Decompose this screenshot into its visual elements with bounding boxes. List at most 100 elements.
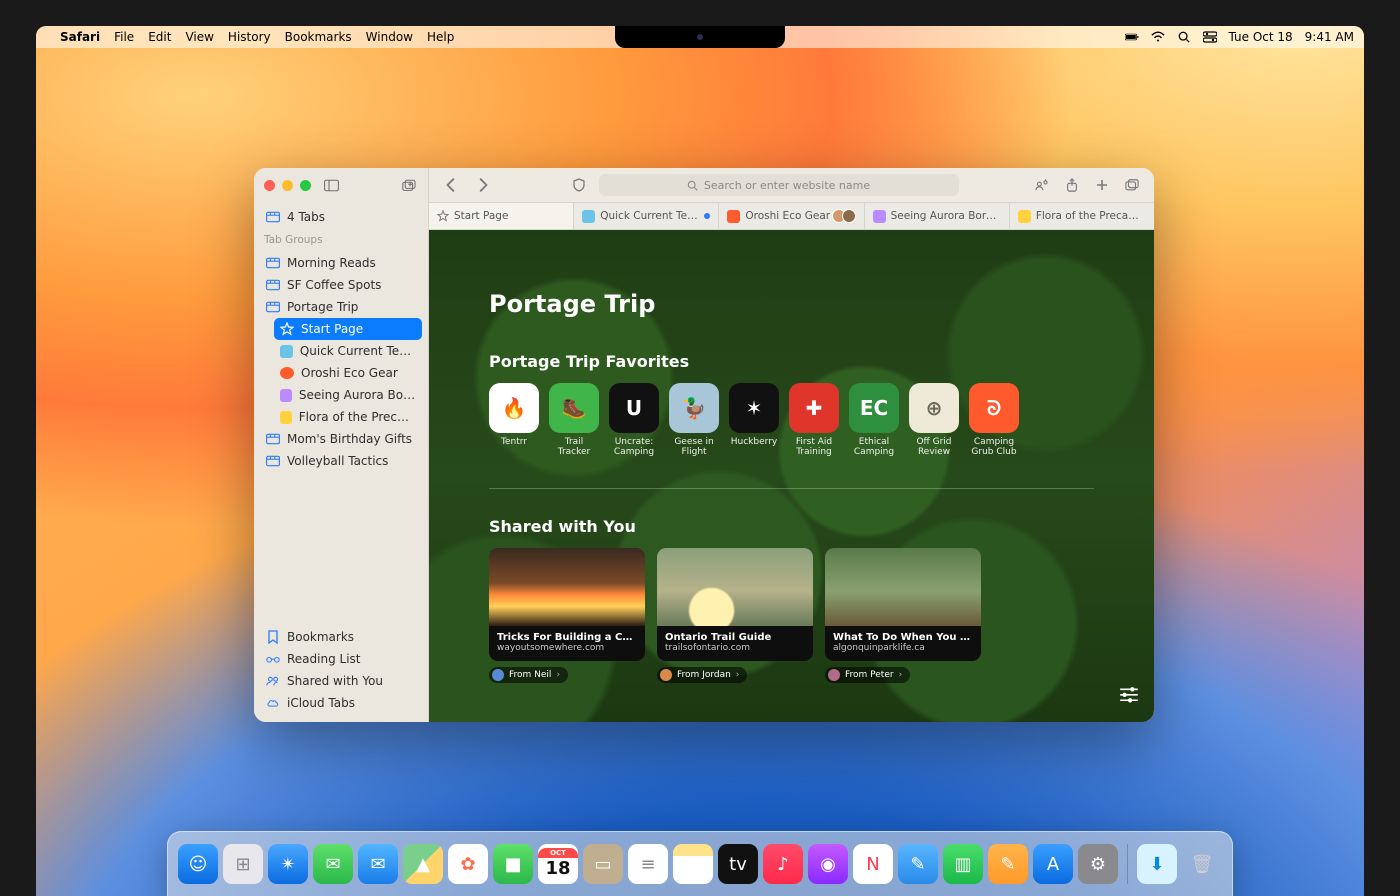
- sidebar-groups-header: Tab Groups: [254, 228, 428, 248]
- favorite-tile[interactable]: ECEthical Camping: [849, 383, 899, 458]
- favorites-section-title: Portage Trip Favorites: [489, 352, 1094, 371]
- tab[interactable]: Start Page: [429, 203, 574, 229]
- dock-app-messages[interactable]: ✉: [313, 844, 353, 884]
- favorite-tile[interactable]: ✚First Aid Training: [789, 383, 839, 458]
- tab[interactable]: Oroshi Eco Gear: [719, 203, 864, 229]
- favorite-tile[interactable]: 🔥Tentrr: [489, 383, 539, 458]
- tab[interactable]: Seeing Aurora Boreali…: [865, 203, 1010, 229]
- favorite-tile[interactable]: 🥾Trail Tracker: [549, 383, 599, 458]
- privacy-report-button[interactable]: [567, 174, 591, 196]
- dock-app-facetime[interactable]: ■: [493, 844, 533, 884]
- spotlight-icon[interactable]: [1177, 31, 1191, 43]
- menu-help[interactable]: Help: [427, 30, 454, 44]
- back-button[interactable]: [439, 174, 463, 196]
- shared-from-pill[interactable]: From Neil›: [489, 667, 568, 683]
- safari-window: 4 Tabs Tab Groups Morning ReadsSF Coffee…: [254, 168, 1154, 722]
- new-tab-group-button[interactable]: [398, 176, 418, 194]
- sidebar-tab[interactable]: Flora of the Precam…: [274, 406, 422, 428]
- sidebar-tab[interactable]: Oroshi Eco Gear: [274, 362, 422, 384]
- sidebar-bookmarks[interactable]: Bookmarks: [260, 626, 422, 648]
- shared-from-pill[interactable]: From Peter›: [825, 667, 910, 683]
- dock-app-appstore[interactable]: A: [1033, 844, 1073, 884]
- sidebar-tab-group[interactable]: Mom's Birthday Gifts: [260, 428, 422, 450]
- menu-view[interactable]: View: [185, 30, 213, 44]
- tab[interactable]: Flora of the Precambi…: [1010, 203, 1154, 229]
- sidebar-local-tabs[interactable]: 4 Tabs: [260, 206, 422, 228]
- zoom-window-button[interactable]: [300, 180, 311, 191]
- menu-bookmarks[interactable]: Bookmarks: [285, 30, 352, 44]
- battery-icon[interactable]: [1125, 31, 1139, 43]
- favorite-tile[interactable]: UUncrate: Camping: [609, 383, 659, 458]
- tab-overview-button[interactable]: [1120, 174, 1144, 196]
- address-bar-placeholder: Search or enter website name: [704, 179, 870, 192]
- address-bar[interactable]: Search or enter website name: [599, 174, 959, 196]
- favorite-tile[interactable]: ᘐCamping Grub Club: [969, 383, 1019, 458]
- share-tab-group-button[interactable]: [1030, 174, 1054, 196]
- sidebar-shared-with-you[interactable]: Shared with You: [260, 670, 422, 692]
- control-center-icon[interactable]: [1203, 31, 1217, 43]
- dock-app-finder[interactable]: ☺: [178, 844, 218, 884]
- menu-window[interactable]: Window: [366, 30, 413, 44]
- new-tab-button[interactable]: [1090, 174, 1114, 196]
- shared-card-wrapper: Ontario Trail Guidetrailsofontario.com Fr…: [657, 548, 813, 685]
- menubar-time[interactable]: 9:41 AM: [1305, 30, 1354, 44]
- sidebar-tab-group[interactable]: Morning Reads: [260, 252, 422, 274]
- sidebar-icloud-tabs[interactable]: iCloud Tabs: [260, 692, 422, 714]
- dock: ☺⊞✴✉✉▲✿■OCT18▭≡tv♪◉N✎▥✎A⚙⬇🗑: [167, 831, 1233, 896]
- dock-app-safari[interactable]: ✴: [268, 844, 308, 884]
- menu-file[interactable]: File: [114, 30, 134, 44]
- start-page-title: Portage Trip: [489, 290, 1094, 318]
- forward-button[interactable]: [471, 174, 495, 196]
- dock-app-keynote[interactable]: ✎: [988, 844, 1028, 884]
- sidebar-reading-list[interactable]: Reading List: [260, 648, 422, 670]
- tab-strip: Start PageQuick Current TentsOroshi Eco …: [429, 203, 1154, 230]
- sidebar-local-tabs-label: 4 Tabs: [287, 210, 325, 224]
- share-button[interactable]: [1060, 174, 1084, 196]
- dock-app-downloads[interactable]: ⬇: [1137, 844, 1177, 884]
- dock-app-news[interactable]: N: [853, 844, 893, 884]
- menubar-app-name[interactable]: Safari: [60, 30, 100, 44]
- dock-app-launchpad[interactable]: ⊞: [223, 844, 263, 884]
- dock-app-mail[interactable]: ✉: [358, 844, 398, 884]
- menubar-date[interactable]: Tue Oct 18: [1229, 30, 1293, 44]
- dock-app-trash[interactable]: 🗑: [1182, 844, 1222, 884]
- window-traffic-lights: [264, 180, 311, 191]
- dock-app-calendar[interactable]: OCT18: [538, 844, 578, 884]
- dock-app-numbers[interactable]: ▥: [943, 844, 983, 884]
- menu-history[interactable]: History: [228, 30, 271, 44]
- dock-app-contacts[interactable]: ▭: [583, 844, 623, 884]
- safari-sidebar: 4 Tabs Tab Groups Morning ReadsSF Coffee…: [254, 168, 429, 722]
- dock-app-reminders[interactable]: ≡: [628, 844, 668, 884]
- dock-app-settings[interactable]: ⚙: [1078, 844, 1118, 884]
- favorite-tile[interactable]: ✶Huckberry: [729, 383, 779, 458]
- wifi-icon[interactable]: [1151, 31, 1165, 43]
- sidebar-tab-group[interactable]: SF Coffee Spots: [260, 274, 422, 296]
- dock-app-maps[interactable]: ▲: [403, 844, 443, 884]
- dock-app-podcasts[interactable]: ◉: [808, 844, 848, 884]
- shared-card[interactable]: Tricks For Building a Campfire—F…wayouts…: [489, 548, 645, 661]
- dock-app-tv[interactable]: tv: [718, 844, 758, 884]
- dock-app-photos[interactable]: ✿: [448, 844, 488, 884]
- sidebar-tab-group[interactable]: Portage Trip: [260, 296, 422, 318]
- dock-app-freeform[interactable]: ✎: [898, 844, 938, 884]
- sidebar-tab[interactable]: Seeing Aurora Bore…: [274, 384, 422, 406]
- minimize-window-button[interactable]: [282, 180, 293, 191]
- shared-from-pill[interactable]: From Jordan›: [657, 667, 747, 683]
- sidebar-start-page[interactable]: Start Page: [274, 318, 422, 340]
- toggle-sidebar-button[interactable]: [321, 176, 341, 194]
- tab[interactable]: Quick Current Tents: [574, 203, 719, 229]
- dock-app-music[interactable]: ♪: [763, 844, 803, 884]
- sidebar-tab-group[interactable]: Volleyball Tactics: [260, 450, 422, 472]
- customize-start-page-button[interactable]: [1118, 686, 1140, 708]
- section-divider: [489, 488, 1094, 489]
- close-window-button[interactable]: [264, 180, 275, 191]
- shared-section-title: Shared with You: [489, 517, 1094, 536]
- menu-edit[interactable]: Edit: [148, 30, 171, 44]
- favorite-tile[interactable]: 🦆Geese in Flight: [669, 383, 719, 458]
- safari-toolbar: Search or enter website name: [429, 168, 1154, 203]
- shared-card[interactable]: What To Do When You See a Moo…algonquinp…: [825, 548, 981, 661]
- shared-card[interactable]: Ontario Trail Guidetrailsofontario.com: [657, 548, 813, 661]
- dock-app-notes[interactable]: [673, 844, 713, 884]
- favorite-tile[interactable]: ⊕Off Grid Review: [909, 383, 959, 458]
- sidebar-tab[interactable]: Quick Current Tents: [274, 340, 422, 362]
